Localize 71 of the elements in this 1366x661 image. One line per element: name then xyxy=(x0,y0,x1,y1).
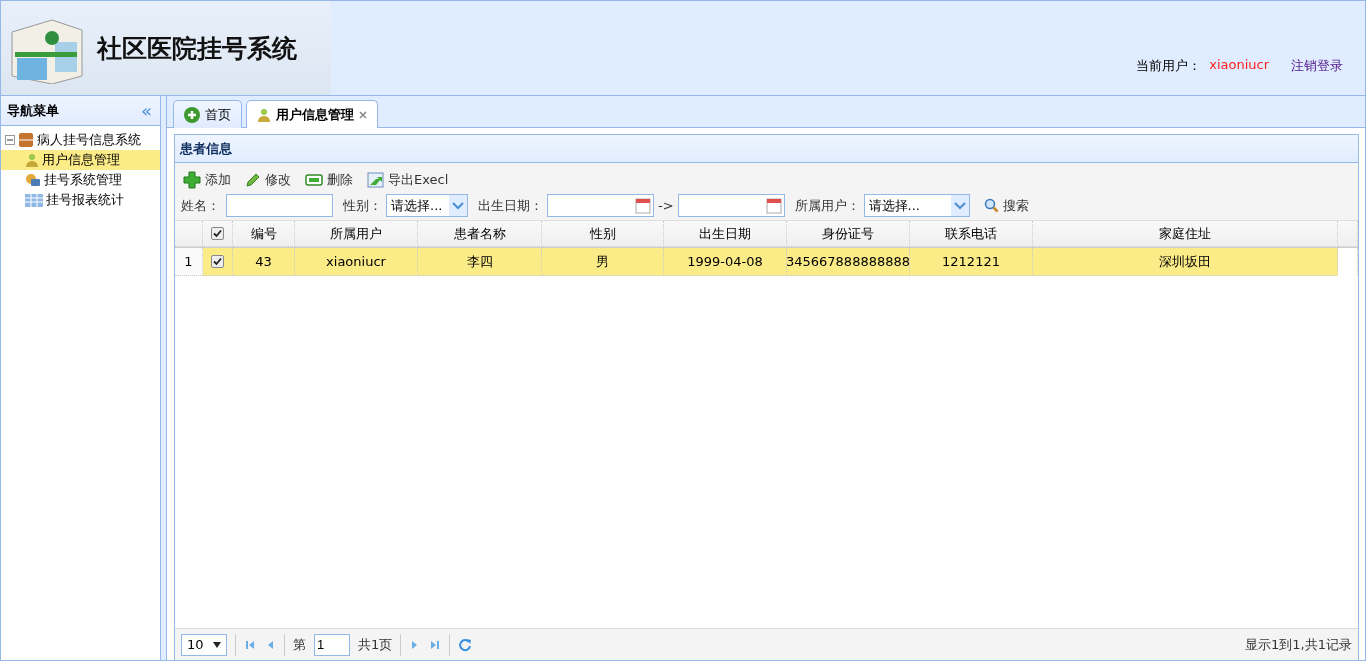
table-cell: 1212121 xyxy=(910,248,1033,276)
row-number: 1 xyxy=(175,248,203,276)
filter-label: 出生日期： xyxy=(478,196,543,215)
user-icon xyxy=(257,107,271,122)
toolbar-button[interactable]: 导出Execl xyxy=(365,169,451,191)
date-field[interactable] xyxy=(547,194,654,217)
column-header[interactable]: 性别 xyxy=(542,221,664,247)
tree-item[interactable]: 病人挂号信息系统 xyxy=(1,130,160,150)
first-page-icon[interactable] xyxy=(244,638,256,651)
page-prefix: 第 xyxy=(293,635,306,654)
column-header[interactable]: 身份证号 xyxy=(787,221,910,247)
table-cell: 李四 xyxy=(418,248,542,276)
table-cell: 345667888888888 xyxy=(787,248,910,276)
date-field[interactable] xyxy=(677,194,785,217)
app-title: 社区医院挂号系统 xyxy=(97,32,297,65)
current-user-label: 当前用户： xyxy=(1136,57,1202,75)
range-separator: -> xyxy=(658,198,674,213)
search-button[interactable]: 搜索 xyxy=(981,194,1031,217)
calendar-icon[interactable] xyxy=(635,197,651,214)
tab[interactable]: 首页 xyxy=(173,100,242,128)
table-icon xyxy=(25,193,43,207)
filter-label: 性别： xyxy=(343,196,382,215)
chevron-down-icon xyxy=(953,201,966,210)
pencil-icon xyxy=(245,172,261,188)
toolbar-button[interactable]: 删除 xyxy=(303,169,355,191)
row-checkbox[interactable] xyxy=(211,255,224,268)
table-cell: 男 xyxy=(542,248,664,276)
refresh-icon[interactable] xyxy=(458,637,473,652)
select-all-checkbox[interactable] xyxy=(211,227,224,240)
last-page-icon[interactable] xyxy=(429,638,442,651)
column-header[interactable]: 所属用户 xyxy=(295,221,418,247)
table-cell: xiaoniucr xyxy=(295,248,418,276)
tab[interactable]: 用户信息管理 xyxy=(246,100,378,128)
current-user-name: xiaoniucr xyxy=(1209,57,1269,74)
logout-link[interactable]: 注销登录 xyxy=(1291,57,1343,75)
plus-circle-icon xyxy=(184,106,200,123)
toolbar-button[interactable]: 修改 xyxy=(243,169,293,191)
column-header[interactable]: 家庭住址 xyxy=(1033,221,1338,247)
folder-icon xyxy=(18,132,34,148)
add-icon xyxy=(183,171,201,189)
table-cell: 1999-04-08 xyxy=(664,248,787,276)
export-icon xyxy=(367,172,384,188)
select-field[interactable]: 请选择... xyxy=(386,194,468,217)
close-icon[interactable] xyxy=(359,110,367,119)
panel-title: 患者信息 xyxy=(180,139,232,158)
column-header[interactable]: 编号 xyxy=(233,221,295,247)
table-cell: 深圳坂田 xyxy=(1033,248,1338,276)
page-number-field[interactable]: 1 xyxy=(314,633,350,656)
minus-icon xyxy=(305,174,323,186)
table-cell: 43 xyxy=(233,248,295,276)
user-icon xyxy=(25,153,39,167)
toolbar-button[interactable]: 添加 xyxy=(181,169,233,191)
column-header[interactable]: 出生日期 xyxy=(664,221,787,247)
select-field[interactable]: 请选择... xyxy=(863,194,970,217)
tree-item[interactable]: 挂号报表统计 xyxy=(1,190,160,210)
search-icon xyxy=(983,198,999,213)
page-size-select[interactable]: 10 xyxy=(181,633,227,656)
column-header[interactable]: 患者名称 xyxy=(418,221,542,247)
filter-label: 所属用户： xyxy=(794,196,860,215)
filter-label: 姓名： xyxy=(181,196,220,215)
name-field[interactable] xyxy=(226,194,333,217)
dropdown-caret-icon xyxy=(213,641,221,648)
collapse-toggle-icon[interactable] xyxy=(5,135,15,145)
chevron-down-icon xyxy=(452,201,464,210)
tree-item[interactable]: 挂号系统管理 xyxy=(1,170,160,190)
column-header[interactable]: 联系电话 xyxy=(910,221,1033,247)
record-summary: 显示1到1,共1记录 xyxy=(1245,635,1352,654)
calendar-icon[interactable] xyxy=(765,197,782,214)
sidebar-title: 导航菜单 xyxy=(7,101,59,120)
tree-item[interactable]: 用户信息管理 xyxy=(1,150,160,170)
page-total: 共1页 xyxy=(358,635,393,654)
